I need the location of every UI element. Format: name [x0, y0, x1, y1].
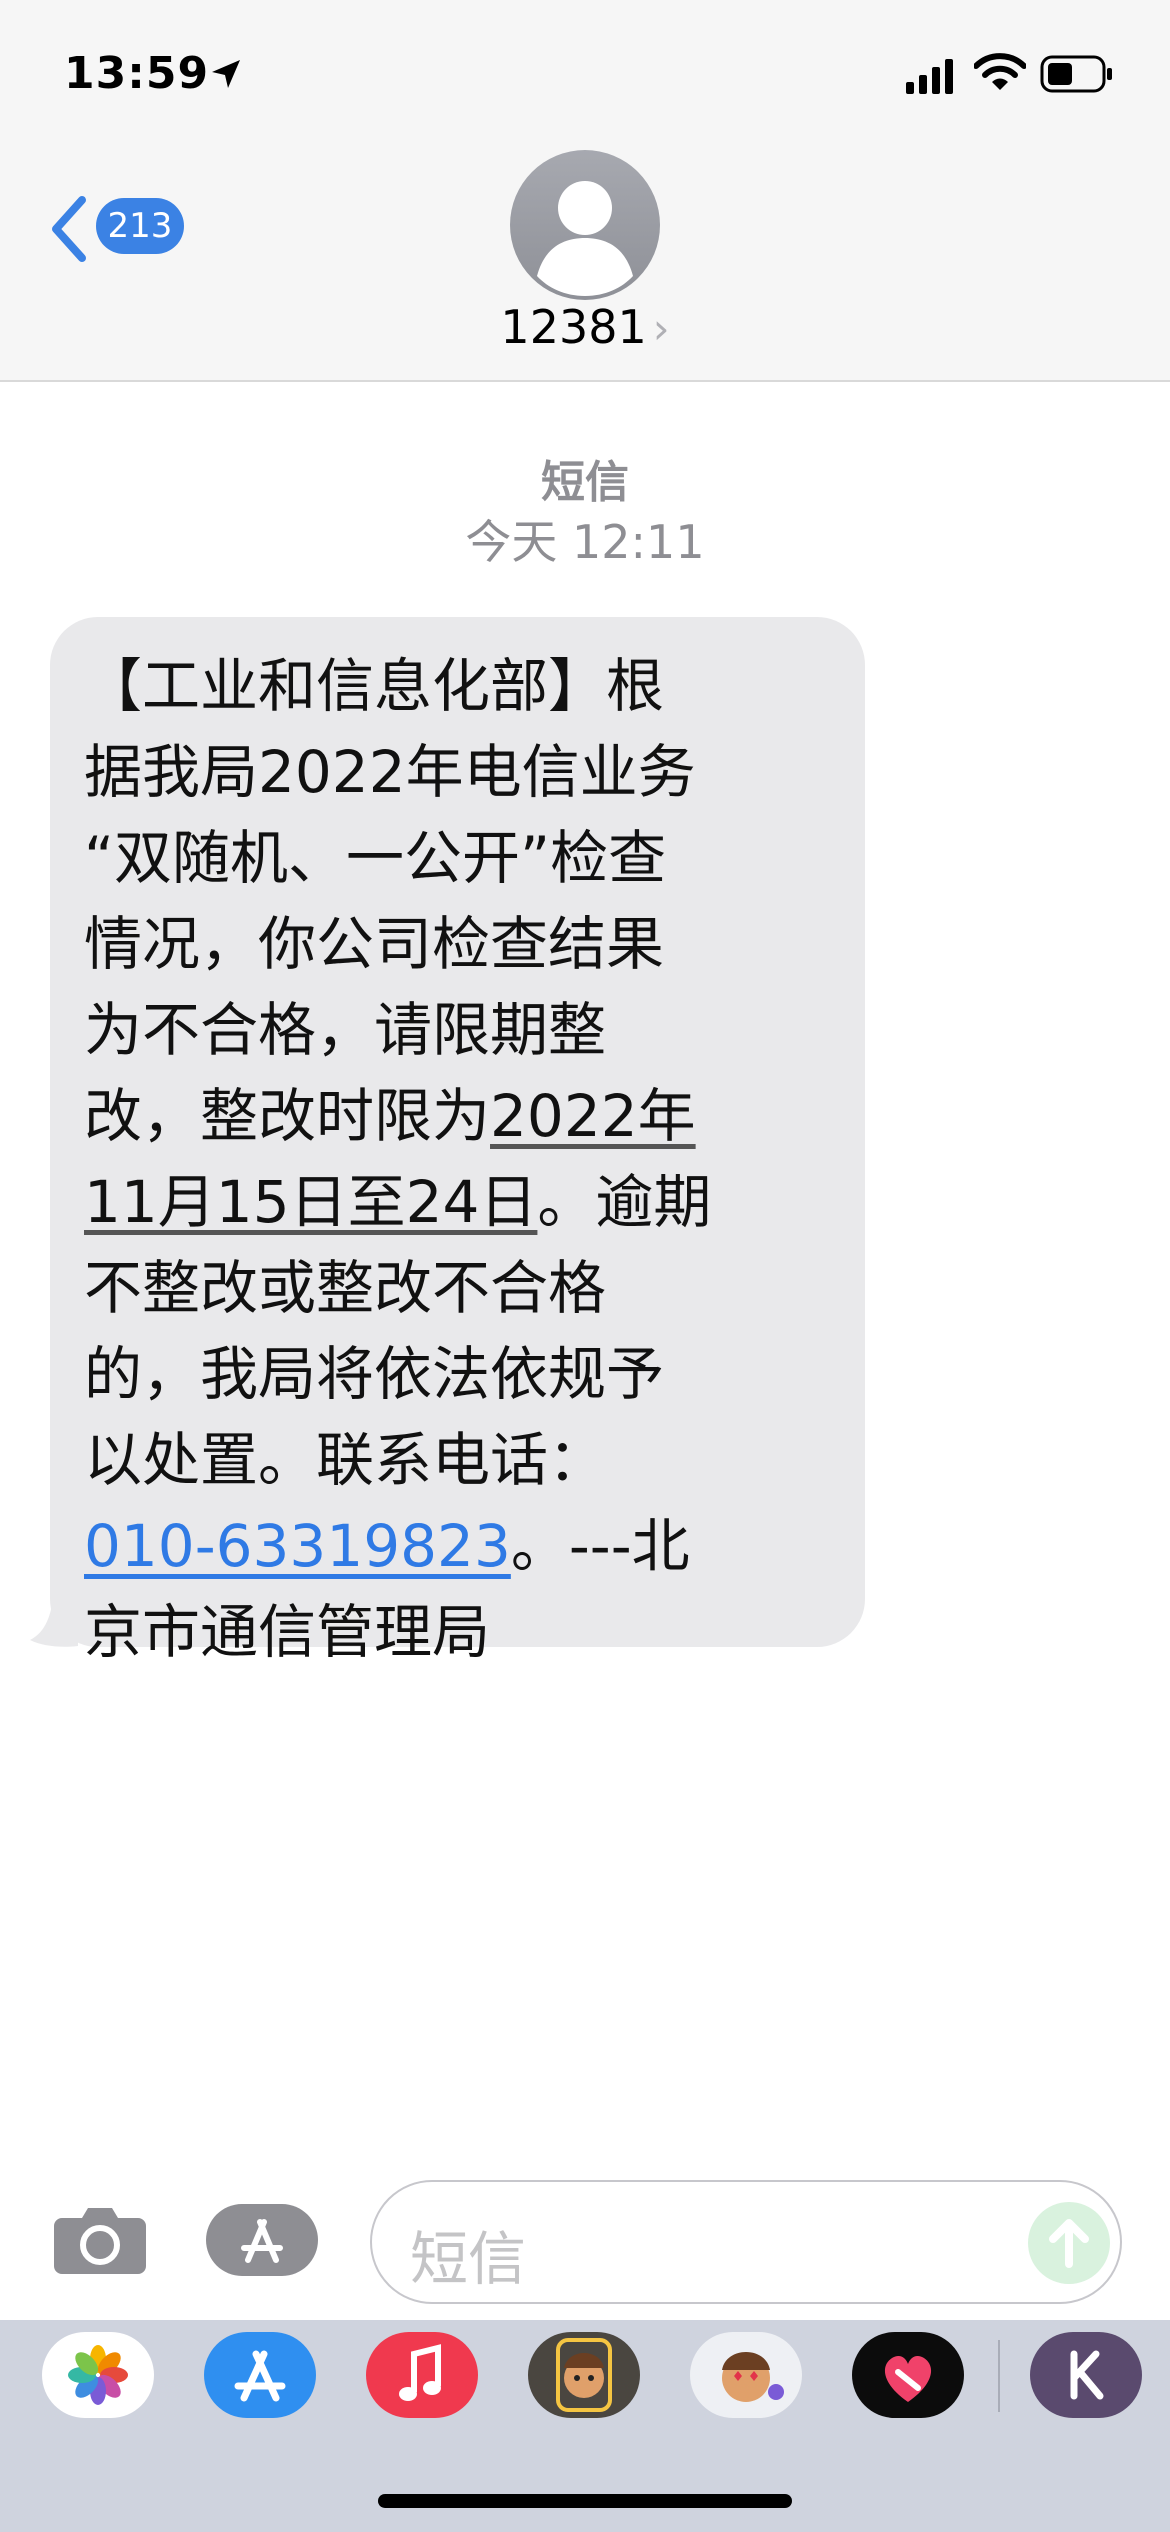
k-glyph	[1070, 2350, 1104, 2400]
phone-number-link[interactable]: 010-63319823	[84, 1512, 511, 1580]
message-line: 改，整改时限为2022年	[84, 1073, 845, 1159]
photos-glyph	[68, 2345, 128, 2405]
date-link[interactable]: 2022年	[490, 1082, 696, 1150]
music-app-icon[interactable]	[366, 2332, 478, 2418]
k-app-icon[interactable]	[1030, 2332, 1142, 2418]
back-chevron-icon[interactable]	[46, 194, 90, 264]
message-line: 以处置。联系电话：	[84, 1426, 607, 1494]
contact-avatar[interactable]	[510, 150, 660, 300]
music-note-glyph	[399, 2344, 441, 2401]
app-store-icon	[241, 2219, 283, 2263]
battery-icon	[1040, 55, 1112, 93]
chevron-right-icon: ›	[652, 304, 670, 353]
app-store-button[interactable]	[206, 2204, 318, 2276]
photos-app-icon[interactable]	[42, 2332, 154, 2418]
person-icon	[537, 181, 633, 296]
message-line: 【工业和信息化部】根	[84, 652, 665, 720]
service-label: 短信	[541, 457, 629, 508]
memoji-face-glyph	[556, 2338, 612, 2412]
drawer-divider	[998, 2340, 1000, 2412]
message-bubble[interactable]: 【工业和信息化部】根 据我局2022年电信业务 “双随机、一公开”检查 情况，你…	[50, 617, 865, 1666]
date-range-link[interactable]: 11月15日至24日	[84, 1168, 537, 1236]
arrow-up-icon	[1049, 2219, 1089, 2268]
heart-glyph	[884, 2355, 932, 2402]
contact-name-button[interactable]: 12381 ›	[0, 300, 1170, 354]
wifi-icon	[974, 53, 1026, 90]
app-store-app-icon[interactable]	[204, 2332, 316, 2418]
camera-icon[interactable]	[52, 2204, 148, 2276]
unread-count-badge[interactable]: 213	[96, 198, 184, 254]
status-time: 13:59	[64, 48, 210, 99]
contact-name: 12381	[500, 300, 647, 354]
message-input[interactable]: 短信	[370, 2180, 1122, 2304]
signal-icon	[906, 59, 953, 94]
message-text: 。---北	[510, 1512, 690, 1580]
conversation-header: 13:59 213 12381 ›	[0, 0, 1170, 382]
message-line: 11月15日至24日。逾期	[84, 1159, 845, 1245]
message-line: 不整改或整改不合格	[84, 1254, 607, 1322]
message-timestamp: 今天 12:11	[465, 515, 705, 569]
message-text: 。逾期	[537, 1168, 712, 1236]
home-indicator[interactable]	[378, 2494, 792, 2508]
message-text: 改，整改时限为	[84, 1082, 491, 1150]
memoji-stickers-glyph	[722, 2352, 784, 2402]
memoji-stickers-app-icon[interactable]	[690, 2332, 802, 2418]
message-line: “双随机、一公开”检查	[84, 824, 667, 892]
message-line: 010-63319823。---北	[84, 1503, 845, 1589]
message-line: 的，我局将依法依规予	[84, 1340, 665, 1408]
send-button[interactable]	[1028, 2202, 1110, 2284]
app-store-glyph	[234, 2350, 286, 2402]
input-placeholder: 短信	[410, 2225, 527, 2293]
message-line: 为不合格，请限期整	[84, 996, 607, 1064]
message-line: 情况，你公司检查结果	[84, 910, 665, 978]
memoji-app-icon[interactable]	[528, 2332, 640, 2418]
location-icon	[212, 60, 240, 88]
message-line: 据我局2022年电信业务	[84, 738, 696, 806]
digital-touch-app-icon[interactable]	[852, 2332, 964, 2418]
message-line: 京市通信管理局	[84, 1598, 491, 1666]
